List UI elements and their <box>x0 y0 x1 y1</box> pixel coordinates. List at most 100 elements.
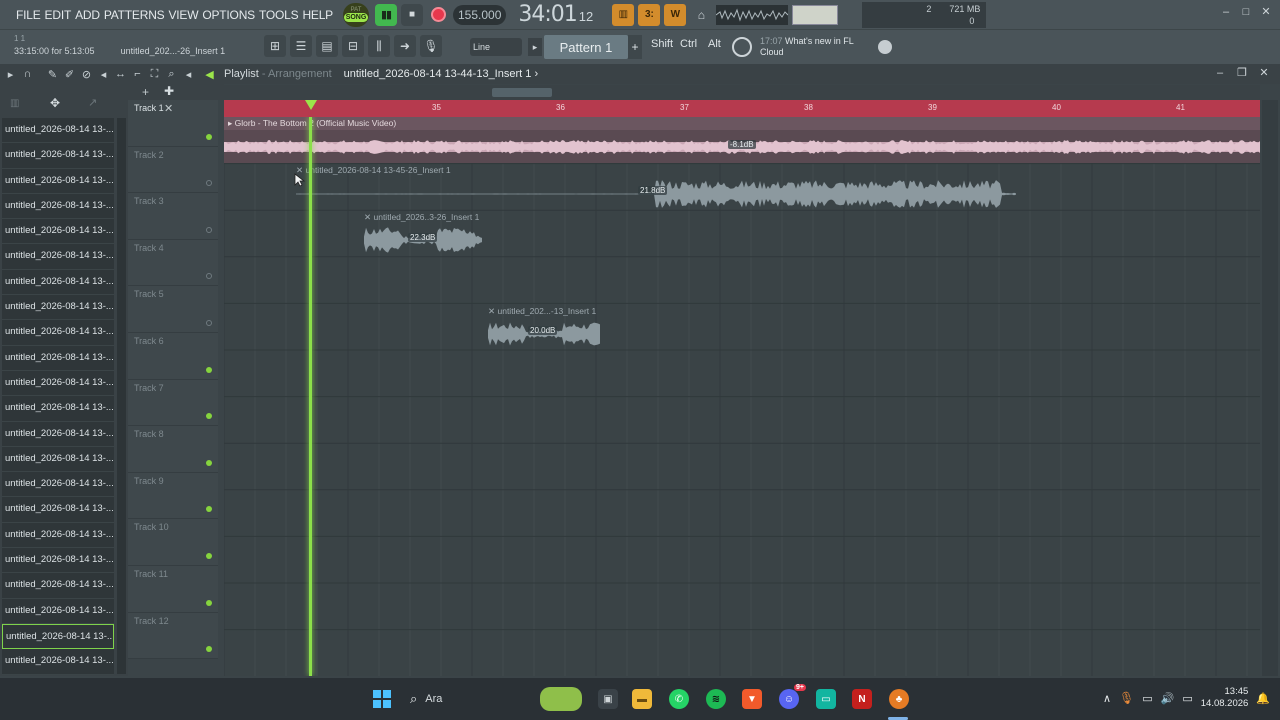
metronome-button[interactable]: ⌂ <box>690 4 712 26</box>
track-mute-dot[interactable] <box>206 506 212 513</box>
pause-button[interactable]: ▮▮ <box>375 3 397 26</box>
browser-clip-item[interactable]: untitled_2026-08-14 13-... <box>2 193 114 220</box>
browser-clip-item[interactable]: untitled_2026-08-14 13-... <box>2 573 114 599</box>
browser-clip-item[interactable]: untitled_2026-08-14 13-... <box>2 219 114 245</box>
track-header[interactable]: Track 4 <box>128 239 218 287</box>
pattern-prev-button[interactable]: ▸ <box>528 38 542 56</box>
browser-clip-item[interactable]: untitled_2026-08-14 13-... <box>2 446 114 473</box>
track-mute-dot[interactable] <box>206 226 212 233</box>
track-mute-dot[interactable] <box>206 319 212 326</box>
menu-help[interactable]: HELP <box>300 8 335 22</box>
volume-icon[interactable]: 🔊 <box>1161 692 1175 705</box>
task-view-icon[interactable]: ▣ <box>598 689 618 709</box>
track-header[interactable]: Track 3 <box>128 193 218 240</box>
add-icon[interactable]: + <box>142 85 149 99</box>
menu-file[interactable]: FILE <box>14 8 43 22</box>
track-header[interactable]: Track 9 <box>128 472 218 520</box>
browser-clip-item[interactable]: untitled_2026-08-14 13-... <box>2 421 114 447</box>
app-icon[interactable]: ▭ <box>816 689 836 709</box>
microphone-button[interactable]: 🎙 <box>420 35 442 57</box>
fl-studio-icon[interactable]: ♣ <box>889 689 909 709</box>
brush-icon[interactable]: ✐ <box>61 66 78 83</box>
channel-rack-button[interactable]: ☰ <box>290 35 312 57</box>
browser-clip-item[interactable]: untitled_2026-08-14 13-... <box>2 522 114 549</box>
track-mute-dot[interactable] <box>206 646 212 653</box>
track-header[interactable]: Track 7 <box>128 379 218 427</box>
zoom-icon[interactable]: ⌕ <box>163 66 180 83</box>
stop-button[interactable]: ■ <box>401 3 423 26</box>
display-icon[interactable]: ▭ <box>1142 692 1152 705</box>
browser-clip-item[interactable]: untitled_2026-08-14 13-... <box>2 118 114 144</box>
add-pattern-button[interactable]: + <box>628 35 642 59</box>
browser-clip-item[interactable]: untitled_2026-08-14 13-... <box>2 396 114 422</box>
piano-roll-button[interactable]: ▤ <box>316 35 338 57</box>
playback-icon[interactable]: ◂ <box>180 66 197 83</box>
restore-icon[interactable]: ❐ <box>1236 67 1248 79</box>
menu-add[interactable]: ADD <box>73 8 102 22</box>
close-track-icon[interactable]: ✕ <box>164 102 173 115</box>
track-header[interactable]: Track 6 <box>128 333 218 380</box>
playhead[interactable] <box>309 117 312 676</box>
horizontal-scroll-thumb[interactable] <box>492 88 552 97</box>
playlist-grid[interactable]: ▸ Glorb - The Bottom 2 (Official Music V… <box>224 117 1260 676</box>
shift-key[interactable]: Shift <box>651 38 673 50</box>
track-header[interactable]: Track 8 <box>128 426 218 473</box>
horizontal-scrollbar[interactable] <box>224 85 1260 100</box>
wait-for-input-button[interactable]: W <box>664 3 687 26</box>
browser-clip-item[interactable]: untitled_2026-08-14 13-... <box>2 649 114 675</box>
microphone-icon[interactable]: 🎙 <box>1119 691 1134 705</box>
close-icon[interactable]: ✕ <box>1258 67 1270 79</box>
windows-start-icon[interactable] <box>372 689 392 709</box>
track-header[interactable]: Track 11 <box>128 566 218 613</box>
menu-view[interactable]: VIEW <box>166 8 200 22</box>
maximize-icon[interactable]: □ <box>1240 6 1252 18</box>
vertical-scrollbar[interactable] <box>1262 100 1278 676</box>
menu-edit[interactable]: EDIT <box>43 8 74 22</box>
track-mute-dot[interactable] <box>206 552 212 559</box>
chevron-right-icon[interactable]: ▸ <box>2 66 19 83</box>
browser-clip-item[interactable]: untitled_2026-08-14 13-... <box>2 320 114 346</box>
track-mute-dot[interactable] <box>206 599 212 606</box>
delete-icon[interactable]: ⊘ <box>78 66 95 83</box>
browser-clip-item[interactable]: untitled_2026-08-14 13-... <box>2 168 114 194</box>
tempo-display[interactable]: 155.000 <box>453 4 507 25</box>
pat-song-toggle[interactable]: PAT SONG <box>343 2 369 27</box>
current-clip-name[interactable]: untitled_2026-08-14 13-44-13_Insert 1 › <box>344 68 538 80</box>
add-track-icon[interactable]: ✚ <box>164 84 174 98</box>
menu-tools[interactable]: TOOLS <box>257 8 300 22</box>
track-mute-dot[interactable] <box>206 133 212 140</box>
minimize-icon[interactable]: – <box>1220 6 1232 18</box>
countdown-button[interactable]: 3: <box>638 3 661 26</box>
audio-clip-track3[interactable]: ✕ untitled_2026..3-26_Insert 1 22.3dB <box>364 211 482 257</box>
ctrl-key[interactable]: Ctrl <box>680 38 697 50</box>
mixer-button[interactable]: ⫼ <box>368 35 390 57</box>
discord-icon[interactable]: ☺ 9+ <box>779 684 806 709</box>
file-explorer-icon[interactable]: ▬ <box>632 689 652 709</box>
whatsapp-icon[interactable]: ✆ <box>669 689 689 709</box>
browser-clip-item[interactable]: untitled_2026-08-14 13-... <box>2 598 114 624</box>
browser-clip-item[interactable]: untitled_2026-08-14 13-... <box>2 269 114 296</box>
minimize-icon[interactable]: – <box>1214 67 1226 79</box>
typing-keyboard-button[interactable]: ▥ <box>612 3 635 26</box>
news-panel[interactable]: 17:07 What's new in FL Cloud <box>760 36 870 58</box>
menu-patterns[interactable]: PATTERNS <box>102 8 167 22</box>
song-position-display[interactable]: 34:01 12 <box>518 2 608 27</box>
clip-source-icon[interactable]: ✥ <box>50 96 60 110</box>
next-button[interactable]: ➜ <box>394 35 416 57</box>
snap-select[interactable]: Line <box>470 38 522 56</box>
track-mute-dot[interactable] <box>206 413 212 420</box>
nvidia-icon[interactable]: N <box>852 689 872 709</box>
menu-options[interactable]: OPTIONS <box>200 8 257 22</box>
plugin-picker-button[interactable]: ⊟ <box>342 35 364 57</box>
playhead-marker[interactable] <box>305 100 317 110</box>
track-header[interactable]: Track 10 <box>128 519 218 566</box>
track-header[interactable]: Track 12 <box>128 612 218 660</box>
track-header[interactable]: Track 5 <box>128 286 218 333</box>
browser-clip-item[interactable]: untitled_2026-08-14 13-... <box>2 244 114 270</box>
clock[interactable]: 13:45 14.08.2026 <box>1201 686 1249 710</box>
browser-clip-item[interactable]: untitled_2026-08-14 13-... <box>2 295 114 321</box>
record-button[interactable] <box>427 4 449 26</box>
battery-icon[interactable]: ▭ <box>1182 692 1192 705</box>
browser-clip-item[interactable]: untitled_2026-08-14 13-... <box>2 497 114 523</box>
track-mute-dot[interactable] <box>206 366 212 373</box>
